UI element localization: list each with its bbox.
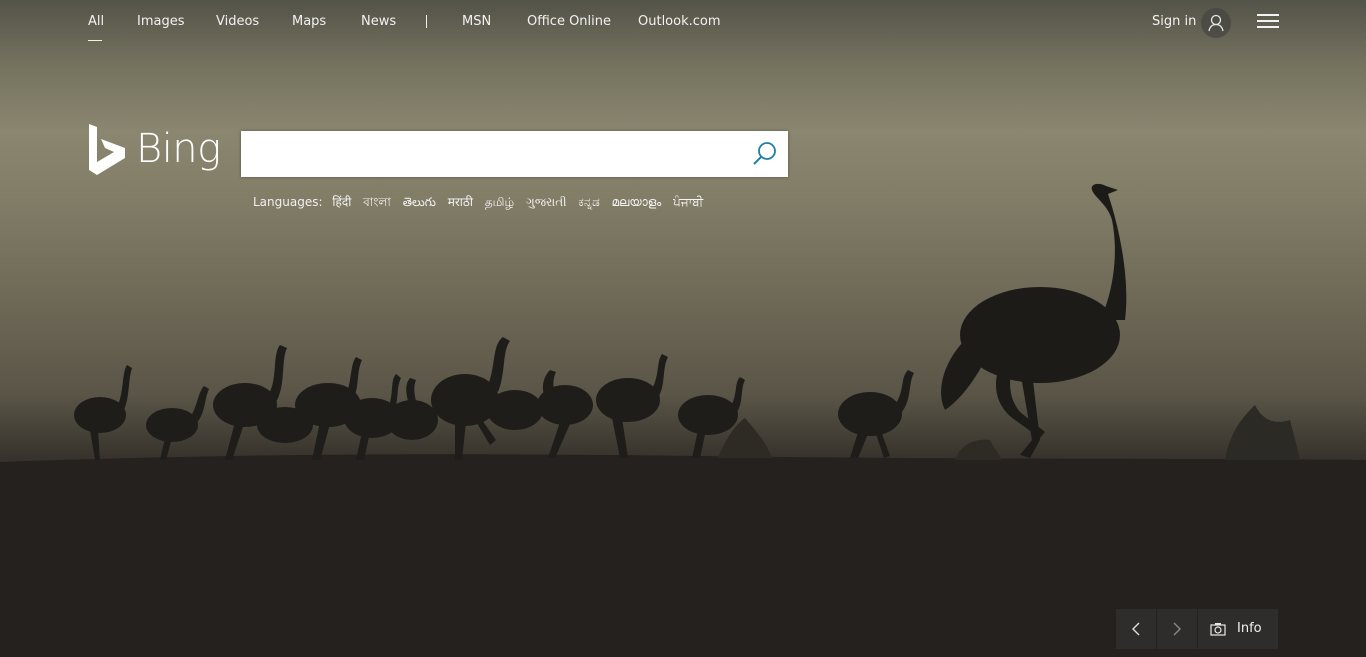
language-link-bangla[interactable]: বাংলা — [363, 194, 391, 214]
previous-image-button[interactable] — [1116, 609, 1156, 649]
nav-separator — [426, 15, 427, 28]
language-link-marathi[interactable]: मराठी — [448, 193, 473, 210]
chevron-left-icon — [1132, 622, 1140, 636]
nav-item-maps[interactable]: Maps — [292, 14, 326, 29]
language-link-malayalam[interactable]: മലയാളം — [612, 195, 662, 210]
nav-item-office-online[interactable]: Office Online — [527, 14, 611, 29]
background-image — [0, 0, 1366, 657]
search-input[interactable] — [253, 139, 737, 171]
camera-icon — [1210, 623, 1226, 636]
language-link-hindi[interactable]: हिंदी — [332, 193, 351, 210]
bing-logo[interactable]: Bing — [88, 124, 221, 178]
search-box — [241, 131, 788, 177]
nav-item-outlook[interactable]: Outlook.com — [638, 14, 721, 29]
signin-link[interactable]: Sign in — [1152, 14, 1196, 29]
user-icon — [1208, 14, 1224, 32]
hamburger-menu-icon[interactable] — [1257, 13, 1279, 29]
chevron-right-icon — [1173, 622, 1181, 636]
image-info-button[interactable]: Info — [1198, 609, 1278, 649]
nav-item-all[interactable]: All — [88, 14, 104, 29]
search-button[interactable] — [747, 137, 781, 171]
info-label: Info — [1237, 621, 1262, 636]
language-link-telugu[interactable]: తెలుగు — [403, 195, 436, 212]
nav-item-images[interactable]: Images — [137, 14, 185, 29]
bing-b-logo-icon — [89, 124, 125, 175]
languages-bar: Languages: हिंदी বাংলা తెలుగు मराठी தமிழ… — [253, 193, 711, 214]
ostrich-scene-illustration — [0, 183, 1366, 657]
languages-label: Languages: — [253, 195, 323, 209]
nav-item-news[interactable]: News — [361, 14, 396, 29]
language-link-kannada[interactable]: ಕನ್ನಡ — [578, 195, 599, 210]
avatar[interactable] — [1201, 8, 1231, 38]
nav-active-indicator — [88, 40, 102, 41]
image-controls: Info — [1116, 609, 1278, 649]
language-link-tamil[interactable]: தமிழ் — [485, 195, 514, 211]
logo-wordmark: Bing — [136, 126, 221, 172]
nav-item-msn[interactable]: MSN — [462, 14, 491, 29]
next-image-button[interactable] — [1157, 609, 1197, 649]
language-link-punjabi[interactable]: ਪੰਜਾਬੀ — [673, 195, 703, 210]
language-link-gujarati[interactable]: ગુજરાતી — [526, 195, 567, 210]
search-icon — [753, 142, 776, 165]
nav-item-videos[interactable]: Videos — [216, 14, 259, 29]
